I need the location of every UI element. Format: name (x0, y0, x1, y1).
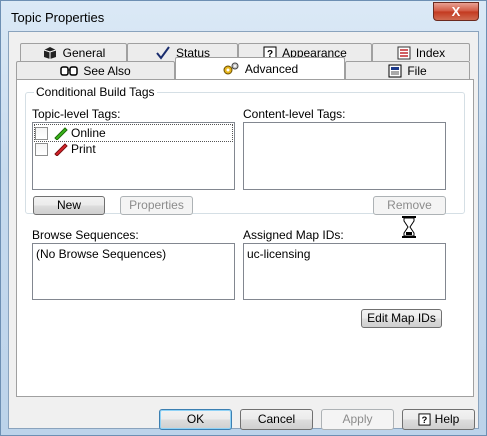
topic-level-tags-list[interactable]: Online Print (32, 122, 235, 190)
tag-print-checkbox[interactable] (35, 142, 48, 156)
edit-map-ids-button[interactable]: Edit Map IDs (361, 309, 442, 328)
browse-sequences-list[interactable]: (No Browse Sequences) (32, 243, 235, 300)
tab-general-label: General (62, 45, 106, 60)
checkmark-icon (156, 45, 170, 60)
tag-print-label: Print (71, 142, 96, 156)
close-button[interactable]: X (433, 2, 479, 21)
gears-icon (223, 62, 239, 74)
glasses-icon (60, 65, 79, 76)
browse-sequence-item[interactable]: (No Browse Sequences) (36, 247, 166, 261)
tag-properties-button[interactable]: Properties (120, 196, 193, 215)
file-icon (388, 64, 402, 77)
cancel-button[interactable]: Cancel (240, 409, 313, 430)
title-bar[interactable]: Topic Properties X (1, 1, 486, 31)
tab-advanced-label: Advanced (244, 61, 299, 76)
content-level-tags-label: Content-level Tags: (243, 107, 346, 121)
map-id-item[interactable]: uc-licensing (247, 247, 310, 261)
cube-icon (43, 46, 56, 59)
advanced-tab-panel: Conditional Build Tags Topic-level Tags:… (16, 79, 474, 397)
ok-button[interactable]: OK (159, 409, 232, 430)
pencil-icon (54, 127, 68, 140)
tab-see-also-label: See Also (83, 63, 131, 78)
remove-tag-button[interactable]: Remove (373, 196, 446, 215)
apply-button[interactable]: Apply (321, 409, 394, 430)
tab-file[interactable]: File (345, 61, 470, 79)
tab-file-label: File (407, 63, 427, 78)
tag-online-checkbox[interactable] (35, 126, 48, 140)
tab-index-label: Index (415, 45, 446, 60)
tab-general[interactable]: General (20, 43, 127, 61)
tab-see-also[interactable]: See Also (16, 61, 175, 79)
topic-properties-dialog: Topic Properties X General Status ? Appe… (0, 0, 487, 436)
assigned-map-ids-list[interactable]: uc-licensing (243, 243, 446, 300)
help-button-label: Help (434, 412, 460, 426)
tag-item-print[interactable]: Print (35, 141, 96, 157)
conditional-build-tags-label: Conditional Build Tags (34, 85, 157, 99)
new-tag-button[interactable]: New (33, 196, 105, 215)
svg-text:?: ? (421, 415, 427, 425)
tag-item-online[interactable]: Online (34, 124, 233, 142)
browse-sequences-label: Browse Sequences: (32, 228, 139, 242)
topic-level-tags-label: Topic-level Tags: (32, 107, 121, 121)
help-button[interactable]: ? Help (402, 409, 475, 430)
content-level-tags-list[interactable] (243, 122, 446, 190)
tag-online-label: Online (71, 126, 106, 140)
assigned-map-ids-label: Assigned Map IDs: (243, 228, 344, 242)
tab-advanced[interactable]: Advanced (175, 57, 345, 79)
hourglass-cursor-icon (402, 216, 416, 238)
window-title: Topic Properties (11, 10, 105, 25)
index-icon (397, 46, 411, 59)
pencil-icon (54, 143, 68, 156)
help-icon: ? (418, 413, 431, 426)
tab-index[interactable]: Index (372, 43, 470, 61)
